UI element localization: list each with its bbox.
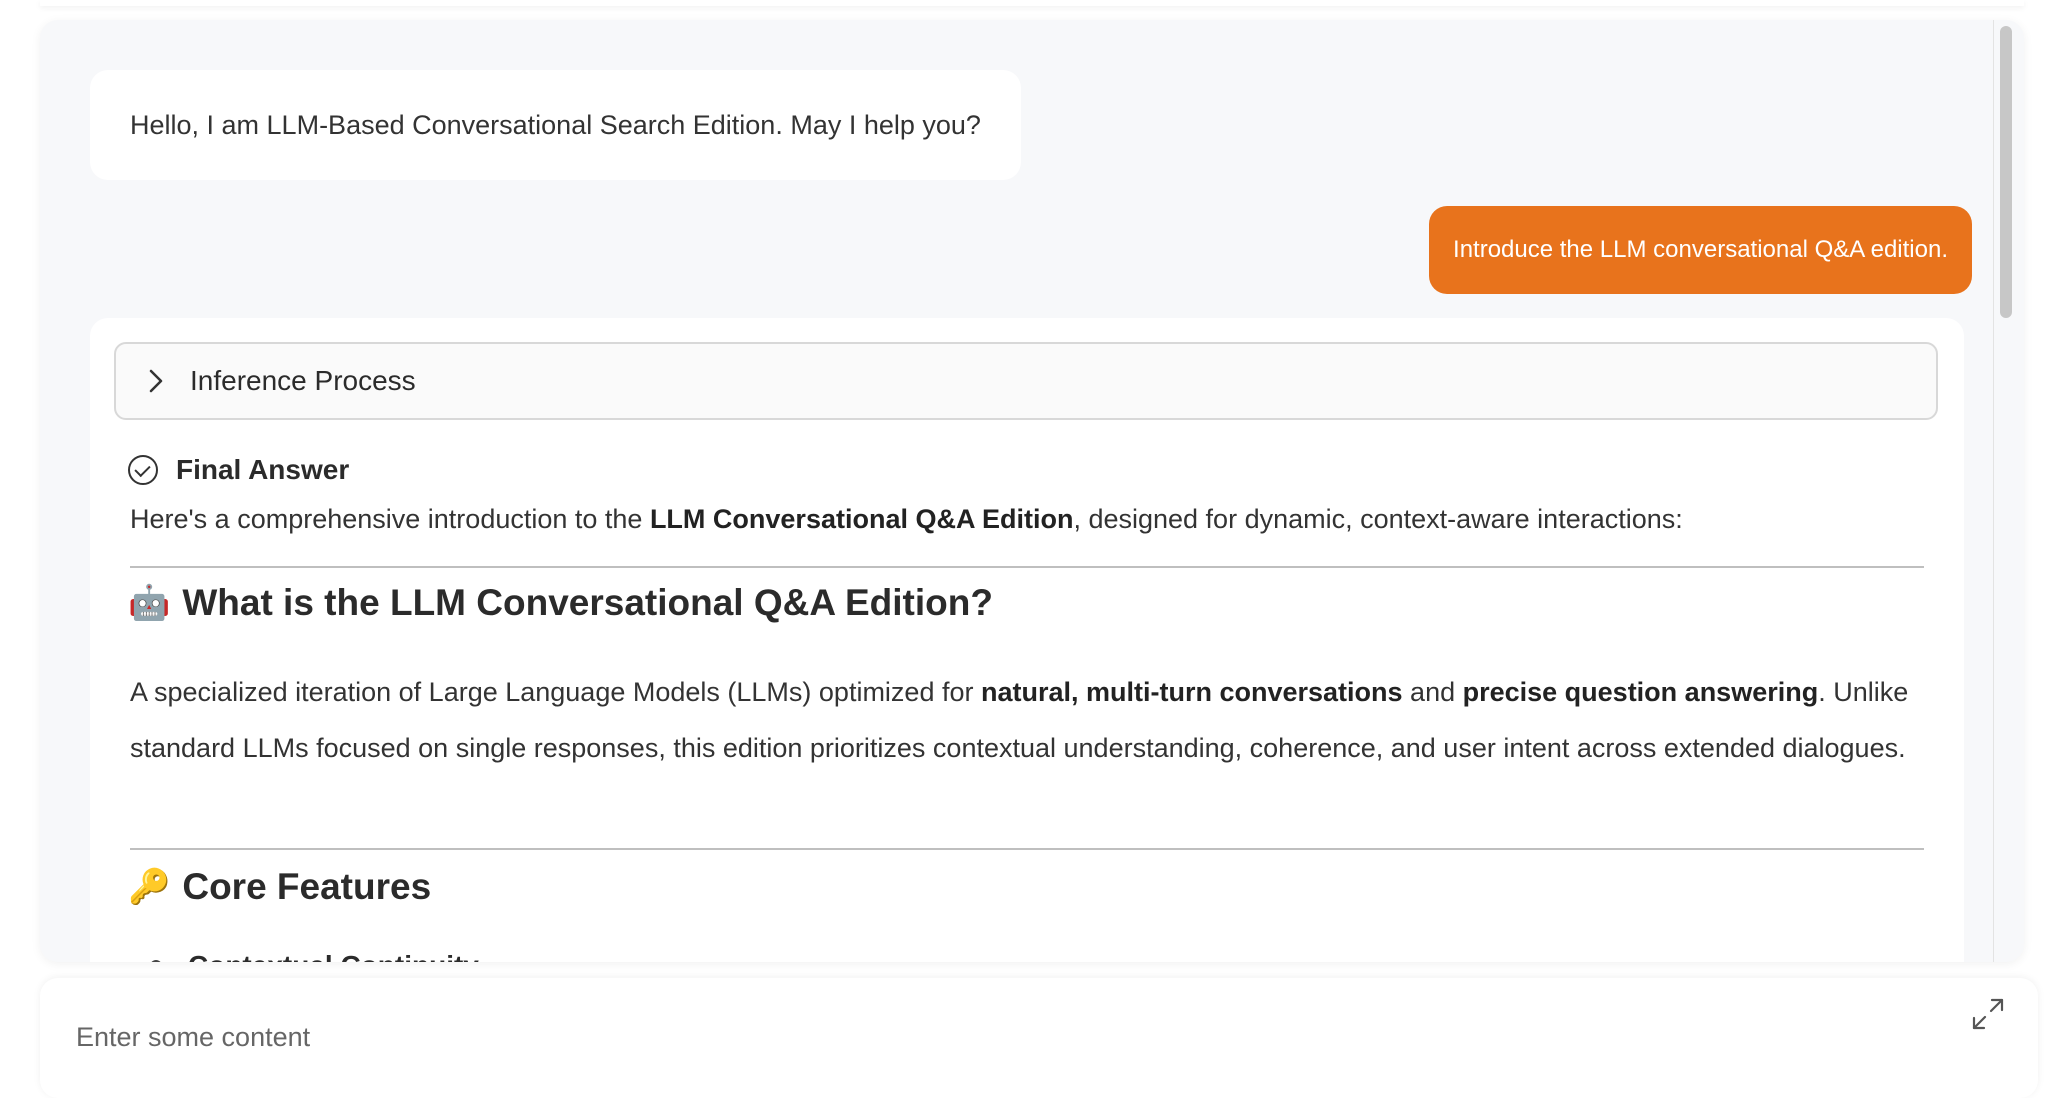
list-item-text: Contextual Continuity (188, 950, 479, 962)
greeting-text: Hello, I am LLM-Based Conversational Sea… (130, 109, 981, 140)
inference-process-label: Inference Process (190, 365, 416, 396)
user-message-text: Introduce the LLM conversational Q&A edi… (1453, 236, 1948, 263)
section-title: Core Features (182, 866, 432, 907)
scrollbar-thumb[interactable] (2000, 26, 2012, 318)
final-answer-label: Final Answer (176, 454, 350, 485)
message-input[interactable] (74, 1016, 1878, 1058)
top-edge (40, 0, 2024, 6)
bullet-icon (150, 960, 162, 962)
list-item: Contextual Continuity (150, 950, 479, 962)
final-answer-header: Final Answer (128, 454, 349, 486)
chat-panel: Hello, I am LLM-Based Conversational Sea… (40, 20, 2024, 962)
chevron-right-icon (136, 368, 176, 394)
key-icon: 🔑 (128, 868, 171, 906)
divider (130, 848, 1924, 850)
inference-process-toggle[interactable]: Inference Process (114, 342, 1938, 420)
para-text: and (1402, 677, 1463, 707)
robot-icon: 🤖 (128, 584, 171, 622)
para-text: A specialized iteration of Large Languag… (130, 677, 981, 707)
intro-text-before: Here's a comprehensive introduction to t… (130, 504, 650, 534)
expand-icon[interactable] (1970, 996, 2006, 1032)
section-heading-what-is: 🤖 What is the LLM Conversational Q&A Edi… (128, 582, 993, 624)
section-heading-core-features: 🔑 Core Features (128, 866, 431, 908)
user-message-bubble: Introduce the LLM conversational Q&A edi… (1429, 206, 1972, 294)
intro-text-bold: LLM Conversational Q&A Edition (649, 504, 1074, 534)
divider (130, 566, 1924, 568)
section-title: What is the LLM Conversational Q&A Editi… (182, 582, 993, 623)
message-input-bar (40, 978, 2038, 1098)
scrollbar[interactable] (1993, 20, 2016, 962)
answer-card: Inference Process Final Answer Here's a … (90, 318, 1964, 962)
para-bold: precise question answering (1462, 677, 1819, 707)
bot-greeting-message: Hello, I am LLM-Based Conversational Sea… (90, 70, 1021, 180)
description-paragraph: A specialized iteration of Large Languag… (130, 664, 1940, 776)
intro-text-after: , designed for dynamic, context-aware in… (1073, 504, 1683, 534)
para-bold: natural, multi-turn conversations (980, 677, 1403, 707)
check-circle-icon (128, 455, 158, 485)
answer-intro: Here's a comprehensive introduction to t… (130, 504, 1683, 535)
